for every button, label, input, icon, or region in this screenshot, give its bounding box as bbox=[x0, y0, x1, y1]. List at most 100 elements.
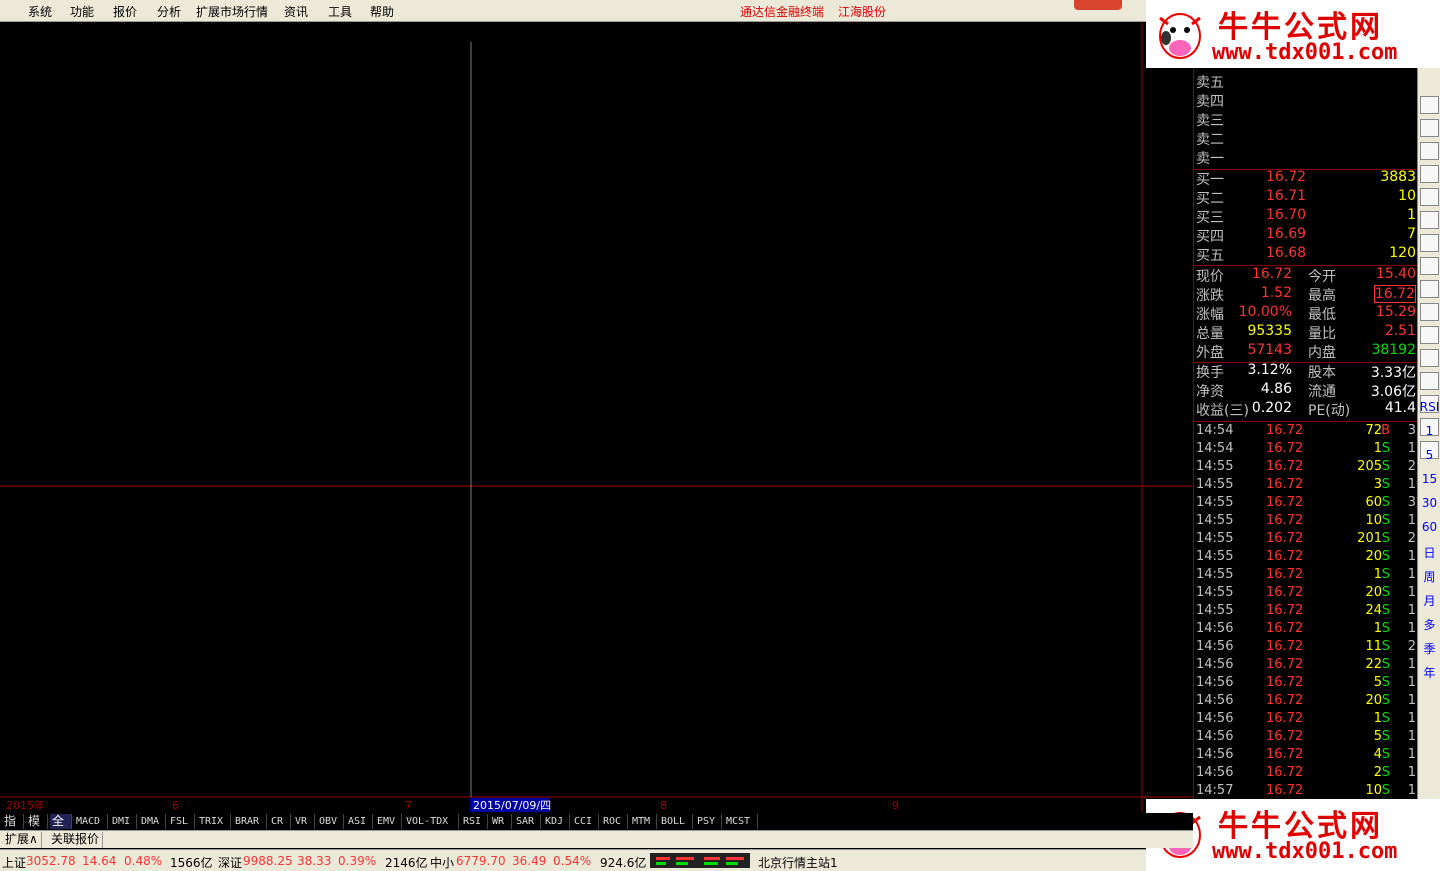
period-button[interactable]: 30 bbox=[1418, 496, 1440, 510]
tick-volume: 22 bbox=[1365, 657, 1382, 672]
sz-index-value: 9988.25 bbox=[243, 854, 293, 868]
toolbar-icon-button[interactable] bbox=[1420, 142, 1439, 160]
tick-count: 1 bbox=[1407, 477, 1416, 492]
indicator-tab-kdj[interactable]: KDJ bbox=[543, 814, 570, 829]
tick-volume: 24 bbox=[1365, 603, 1382, 618]
indicator-tab-dma[interactable]: DMA bbox=[139, 814, 166, 829]
tick-time: 14:56 bbox=[1196, 765, 1234, 780]
tick-time: 14:54 bbox=[1196, 423, 1234, 438]
tick-direction: S bbox=[1381, 549, 1390, 564]
period-button[interactable]: 月 bbox=[1418, 592, 1440, 609]
bottom-tab[interactable]: 扩展∧ bbox=[2, 832, 42, 848]
tick-row: 14:55 16.72 24 S 1 bbox=[1196, 603, 1416, 621]
indicator-tab-trix[interactable]: TRIX bbox=[197, 814, 231, 829]
period-button[interactable]: 周 bbox=[1418, 568, 1440, 585]
indicator-tab-vol-tdx[interactable]: VOL-TDX bbox=[404, 814, 459, 829]
toolbar-icon-button[interactable] bbox=[1420, 188, 1439, 206]
menu-item[interactable]: 系统 bbox=[28, 3, 52, 20]
indicator-tab-psy[interactable]: PSY bbox=[695, 814, 722, 829]
indicator-tab-mtm[interactable]: MTM bbox=[630, 814, 657, 829]
sh-index-value: 3052.78 bbox=[26, 854, 76, 868]
tick-row: 14:54 16.72 72 B 3 bbox=[1196, 423, 1416, 441]
toolbar-icon-button[interactable] bbox=[1420, 326, 1439, 344]
finance-row: 净资 4.86 流通 3.06亿 bbox=[1196, 381, 1416, 400]
indicator-tab-obv[interactable]: OBV bbox=[317, 814, 344, 829]
tick-count: 1 bbox=[1407, 693, 1416, 708]
period-button[interactable]: 多 bbox=[1418, 616, 1440, 633]
period-button[interactable]: 5 bbox=[1418, 448, 1440, 462]
window-close-button[interactable] bbox=[1074, 0, 1122, 10]
toolbar-icon-button[interactable] bbox=[1420, 165, 1439, 183]
period-button[interactable]: RSI bbox=[1418, 400, 1440, 414]
stat-label: 今开 bbox=[1308, 269, 1336, 285]
period-button[interactable]: 60 bbox=[1418, 520, 1440, 534]
bottom-tab[interactable]: 关联报价 bbox=[48, 832, 104, 848]
date-axis-label: 8 bbox=[660, 799, 667, 812]
toolbar-icon-button[interactable] bbox=[1420, 211, 1439, 229]
indicator-tab-指标[interactable]: 指标 bbox=[2, 814, 24, 843]
sell-level-row: 卖四 bbox=[1196, 91, 1416, 110]
indicator-tab-mcst[interactable]: MCST bbox=[724, 814, 758, 829]
zx-index-amount: 924.6亿 bbox=[600, 856, 647, 870]
tick-time: 14:56 bbox=[1196, 693, 1234, 708]
period-button[interactable]: 日 bbox=[1418, 544, 1440, 561]
banner-url: www.tdx001.com bbox=[1212, 839, 1398, 864]
toolbar-icon-button[interactable] bbox=[1420, 303, 1439, 321]
menu-item[interactable]: 工具 bbox=[328, 3, 352, 20]
tick-volume: 72 bbox=[1365, 423, 1382, 438]
indicator-tabs: 指标模板全部MACDDMIDMAFSLTRIXBRARCRVROBVASIEMV… bbox=[0, 813, 1193, 843]
period-button[interactable]: 15 bbox=[1418, 472, 1440, 486]
period-button[interactable]: 年 bbox=[1418, 664, 1440, 681]
stat-value: 16.72 bbox=[1373, 285, 1416, 303]
current-stock-title: 江海股份 bbox=[838, 5, 887, 19]
menu-item[interactable]: 功能 bbox=[70, 3, 94, 20]
buy-level-row: 买一 16.72 3883 bbox=[1196, 169, 1416, 188]
tick-count: 1 bbox=[1407, 549, 1416, 564]
menu-item[interactable]: 报价 bbox=[113, 3, 137, 20]
menu-item[interactable]: 帮助 bbox=[370, 3, 394, 20]
toolbar-icon-button[interactable] bbox=[1420, 349, 1439, 367]
stat-label: 内盘 bbox=[1308, 345, 1336, 361]
indicator-tab-全部[interactable]: 全部 bbox=[50, 814, 72, 843]
indicator-tab-emv[interactable]: EMV bbox=[375, 814, 402, 829]
finance-value: 3.12% bbox=[1247, 362, 1292, 378]
indicator-tab-模板[interactable]: 模板 bbox=[26, 814, 48, 843]
indicator-tab-boll[interactable]: BOLL bbox=[659, 814, 693, 829]
indicator-tab-vr[interactable]: VR bbox=[293, 814, 315, 829]
toolbar-icon-button[interactable] bbox=[1420, 119, 1439, 137]
indicator-tab-fsl[interactable]: FSL bbox=[168, 814, 195, 829]
indicator-tab-roc[interactable]: ROC bbox=[601, 814, 628, 829]
indicator-tab-cr[interactable]: CR bbox=[269, 814, 291, 829]
toolbar-icon-button[interactable] bbox=[1420, 96, 1439, 114]
indicator-tab-rsi[interactable]: RSI bbox=[461, 814, 488, 829]
toolbar-icon-button[interactable] bbox=[1420, 280, 1439, 298]
indicator-tab-asi[interactable]: ASI bbox=[346, 814, 373, 829]
tick-time: 14:55 bbox=[1196, 459, 1234, 474]
menu-item[interactable]: 资讯 bbox=[284, 3, 308, 20]
indicator-tab-wr[interactable]: WR bbox=[490, 814, 512, 829]
stat-label: 量比 bbox=[1308, 326, 1336, 342]
kline-chart[interactable]: 14.0016.0018.0020.0022.0024.0026.0028.00… bbox=[0, 22, 1193, 812]
menu-item[interactable]: 分析 bbox=[157, 3, 181, 20]
period-button[interactable]: 季 bbox=[1418, 640, 1440, 657]
buy-level-label: 买四 bbox=[1196, 229, 1224, 245]
buy-level-label: 买三 bbox=[1196, 210, 1224, 226]
server-name[interactable]: 北京行情主站1 bbox=[758, 854, 838, 871]
toolbar-icon-button[interactable] bbox=[1420, 257, 1439, 275]
tick-price: 16.72 bbox=[1266, 639, 1304, 654]
indicator-tab-dmi[interactable]: DMI bbox=[110, 814, 137, 829]
indicator-tab-cci[interactable]: CCI bbox=[572, 814, 599, 829]
tick-price: 16.72 bbox=[1266, 459, 1304, 474]
tick-direction: S bbox=[1381, 621, 1390, 636]
toolbar-icon-button[interactable] bbox=[1420, 234, 1439, 252]
toolbar-icon-button[interactable] bbox=[1420, 372, 1439, 390]
indicator-tab-macd[interactable]: MACD bbox=[74, 814, 108, 829]
period-button[interactable]: 1 bbox=[1418, 424, 1440, 438]
indicator-tab-sar[interactable]: SAR bbox=[514, 814, 541, 829]
buy-level-price: 16.71 bbox=[1266, 188, 1307, 204]
menu-item[interactable]: 扩展市场行情 bbox=[196, 3, 268, 20]
tick-price: 16.72 bbox=[1266, 693, 1304, 708]
tick-count: 2 bbox=[1407, 639, 1416, 654]
indicator-tab-brar[interactable]: BRAR bbox=[233, 814, 267, 829]
cow-logo-icon bbox=[1159, 13, 1201, 59]
